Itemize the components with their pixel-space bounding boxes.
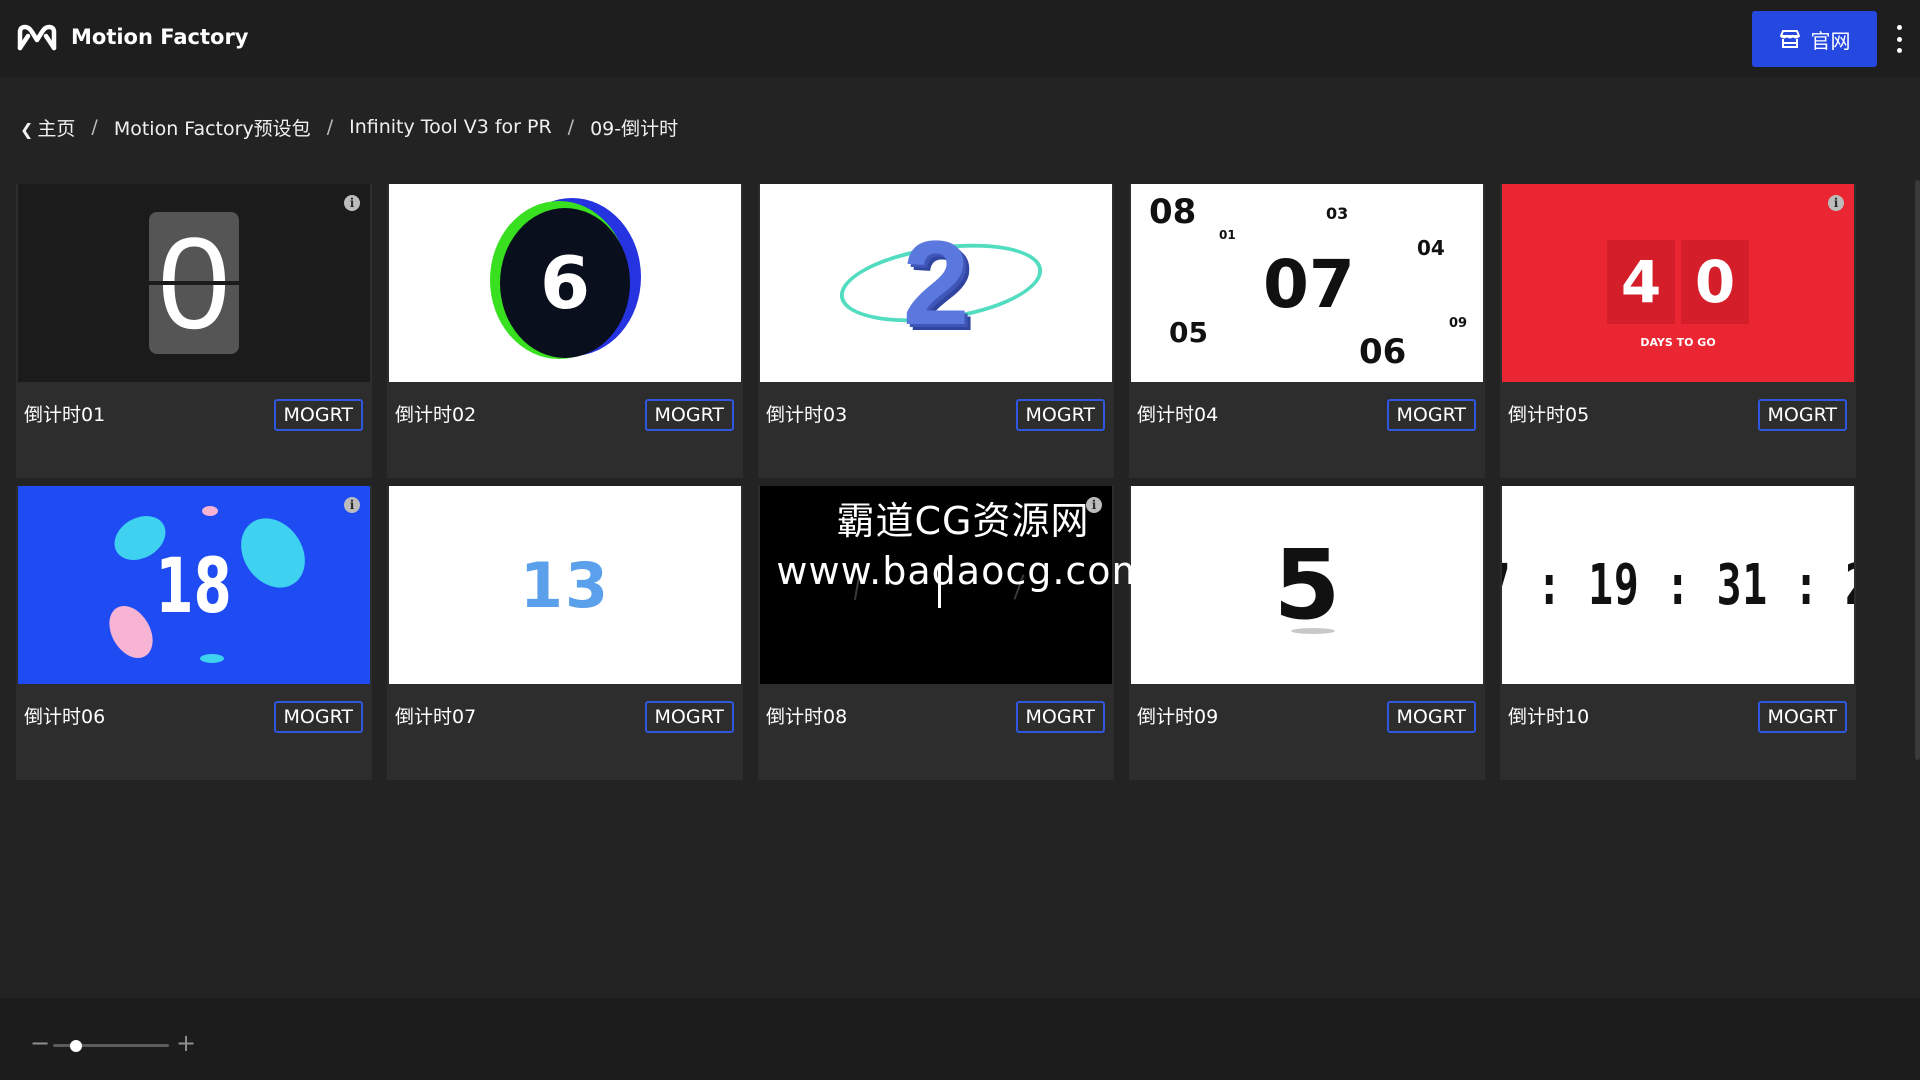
breadcrumb-separator: / bbox=[326, 116, 334, 138]
preset-card[interactable]: 5 倒计时09 MOGRT bbox=[1129, 486, 1485, 780]
menu-dot bbox=[1896, 25, 1902, 30]
breadcrumb-preset-pack[interactable]: Motion Factory预设包 bbox=[114, 114, 311, 141]
breadcrumb-separator: / bbox=[91, 116, 98, 138]
big-number: 5 bbox=[1273, 529, 1341, 641]
scatter-number: 08 bbox=[1149, 192, 1197, 232]
preset-name: 倒计时06 bbox=[24, 706, 106, 728]
menu-dot bbox=[1896, 36, 1902, 42]
mogrt-badge-button[interactable]: MOGRT bbox=[1757, 399, 1847, 431]
clock-readout: 07 : 19 : 31 : 28 bbox=[1502, 552, 1854, 618]
info-icon[interactable]: i bbox=[1828, 195, 1844, 211]
preset-thumbnail: 4 0 DAYS TO GO i bbox=[1502, 184, 1854, 382]
info-icon[interactable]: i bbox=[344, 195, 360, 211]
preset-name: 倒计时04 bbox=[1137, 404, 1219, 426]
chevron-left-icon: ❮ bbox=[20, 119, 34, 139]
breadcrumb-home[interactable]: ❮ 主页 bbox=[20, 114, 75, 141]
big-number: 13 bbox=[519, 548, 611, 622]
preset-thumbnail: 18 i bbox=[18, 486, 370, 684]
preset-name: 倒计时08 bbox=[766, 706, 848, 728]
countdown-line bbox=[853, 576, 861, 600]
scatter-number: 06 bbox=[1359, 332, 1407, 372]
footer-bar bbox=[0, 998, 1920, 1080]
preset-name: 倒计时10 bbox=[1508, 706, 1590, 728]
mogrt-badge-button[interactable]: MOGRT bbox=[644, 399, 734, 431]
flip-digit: 4 bbox=[1607, 240, 1675, 324]
mogrt-badge-button[interactable]: MOGRT bbox=[1386, 399, 1476, 431]
scatter-number: 01 bbox=[1219, 228, 1236, 242]
days-counter: 4 0 bbox=[1607, 240, 1749, 324]
preset-card[interactable]: 13 倒计时07 MOGRT bbox=[387, 486, 743, 780]
preset-grid: 0 i 倒计时01 MOGRT 6 倒计时02 MOGRT 2 倒计时03 MO… bbox=[16, 184, 1862, 780]
countdown-line bbox=[938, 564, 941, 608]
countdown-line bbox=[1013, 574, 1025, 600]
preset-thumbnail: i bbox=[760, 486, 1112, 684]
app-title: Motion Factory bbox=[71, 25, 249, 49]
3d-digit: 2 bbox=[902, 216, 970, 350]
preset-thumbnail: 0 i bbox=[18, 184, 370, 382]
zoom-out-button[interactable]: − bbox=[30, 1031, 50, 1055]
breadcrumb-infinity-tool[interactable]: Infinity Tool V3 for PR bbox=[349, 116, 552, 138]
mogrt-badge-button[interactable]: MOGRT bbox=[273, 701, 363, 733]
blob-digit: 6 bbox=[500, 208, 630, 358]
scatter-number: 03 bbox=[1326, 204, 1349, 223]
vertical-scrollbar[interactable] bbox=[1915, 180, 1920, 760]
scatter-number: 04 bbox=[1417, 236, 1445, 260]
mogrt-badge-button[interactable]: MOGRT bbox=[1386, 701, 1476, 733]
preset-card[interactable]: 08 01 03 04 07 05 06 09 倒计时04 MOGRT bbox=[1129, 184, 1485, 478]
days-caption: DAYS TO GO bbox=[1640, 336, 1716, 349]
big-number: 18 bbox=[155, 540, 233, 630]
breadcrumb: ❮ 主页 / Motion Factory预设包 / Infinity Tool … bbox=[20, 112, 678, 142]
preset-name: 倒计时01 bbox=[24, 404, 106, 426]
preset-name: 倒计时07 bbox=[395, 706, 477, 728]
preset-name: 倒计时02 bbox=[395, 404, 477, 426]
preset-thumbnail: 2 bbox=[760, 184, 1112, 382]
preset-thumbnail: 6 bbox=[389, 184, 741, 382]
top-bar: Motion Factory 官网 bbox=[0, 0, 1920, 77]
mogrt-badge-button[interactable]: MOGRT bbox=[1015, 399, 1105, 431]
preset-card[interactable]: 4 0 DAYS TO GO i 倒计时05 MOGRT bbox=[1500, 184, 1856, 478]
preset-card[interactable]: 18 i 倒计时06 MOGRT bbox=[16, 486, 372, 780]
storefront-icon bbox=[1779, 30, 1800, 48]
preset-thumbnail: 08 01 03 04 07 05 06 09 bbox=[1131, 184, 1483, 382]
breadcrumb-separator: / bbox=[567, 116, 575, 138]
motion-factory-logo-icon[interactable] bbox=[17, 22, 57, 54]
flip-digit: 0 bbox=[1681, 240, 1749, 324]
scatter-number: 05 bbox=[1169, 316, 1208, 349]
preset-name: 倒计时05 bbox=[1508, 404, 1590, 426]
preset-thumbnail: 07 : 19 : 31 : 28 bbox=[1502, 486, 1854, 684]
preset-card[interactable]: 2 倒计时03 MOGRT bbox=[758, 184, 1114, 478]
flip-digit: 0 bbox=[149, 212, 239, 354]
info-icon[interactable]: i bbox=[344, 497, 360, 513]
mogrt-badge-button[interactable]: MOGRT bbox=[273, 399, 363, 431]
mogrt-badge-button[interactable]: MOGRT bbox=[1757, 701, 1847, 733]
preset-name: 倒计时03 bbox=[766, 404, 848, 426]
preset-card[interactable]: i 倒计时08 MOGRT bbox=[758, 486, 1114, 780]
scatter-number: 09 bbox=[1449, 316, 1468, 331]
preset-thumbnail: 5 bbox=[1131, 486, 1483, 684]
mogrt-badge-button[interactable]: MOGRT bbox=[644, 701, 734, 733]
preset-card[interactable]: 07 : 19 : 31 : 28 倒计时10 MOGRT bbox=[1500, 486, 1856, 780]
official-site-button[interactable]: 官网 bbox=[1752, 11, 1877, 67]
preset-name: 倒计时09 bbox=[1137, 706, 1219, 728]
kebab-menu-icon[interactable] bbox=[1892, 25, 1906, 53]
main-number: 07 bbox=[1263, 246, 1355, 323]
preset-thumbnail: 13 bbox=[389, 486, 741, 684]
zoom-in-button[interactable]: + bbox=[176, 1031, 196, 1055]
breadcrumb-home-label: 主页 bbox=[37, 117, 76, 140]
menu-dot bbox=[1896, 48, 1902, 53]
info-icon[interactable]: i bbox=[1086, 497, 1102, 513]
breadcrumb-current: 09-倒计时 bbox=[590, 117, 679, 140]
mogrt-badge-button[interactable]: MOGRT bbox=[1015, 701, 1105, 733]
official-site-label: 官网 bbox=[1810, 28, 1851, 53]
preset-card[interactable]: 0 i 倒计时01 MOGRT bbox=[16, 184, 372, 478]
preset-card[interactable]: 6 倒计时02 MOGRT bbox=[387, 184, 743, 478]
